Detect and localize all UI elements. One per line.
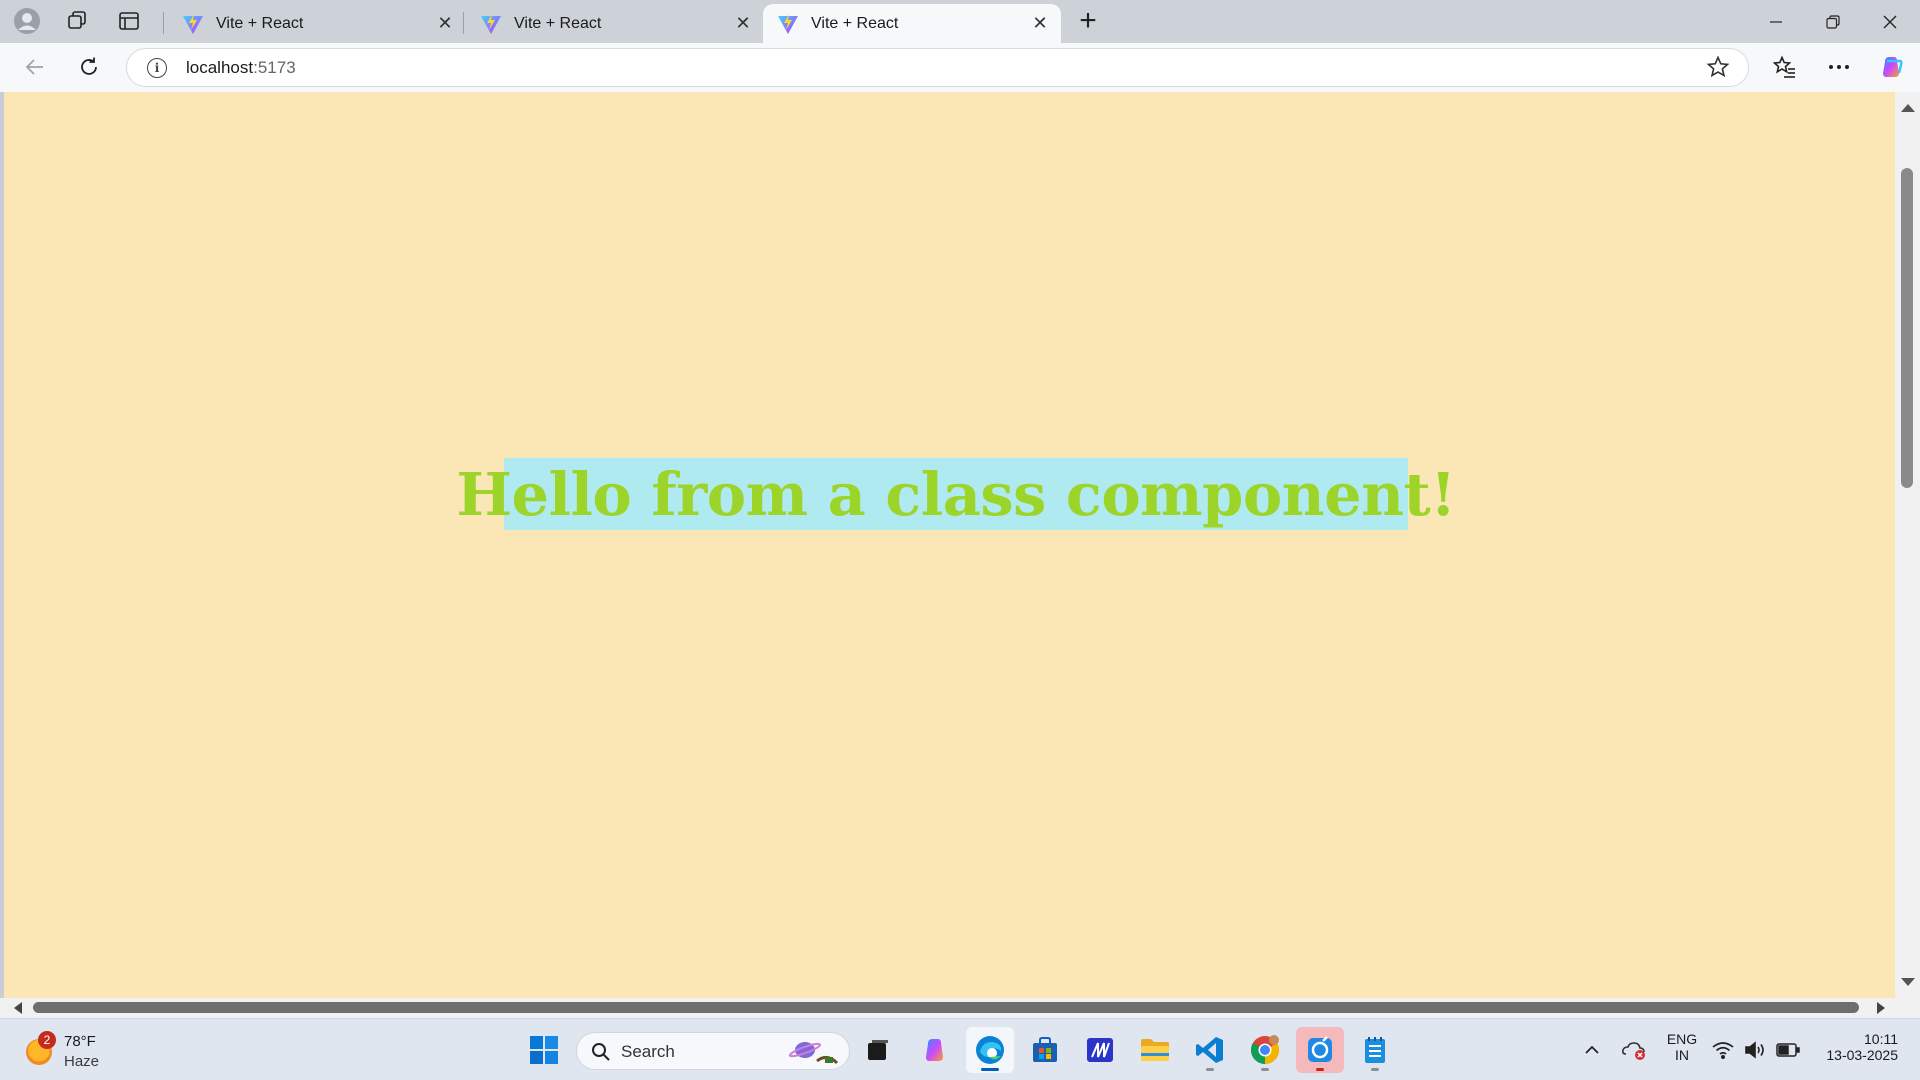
url-host: localhost — [186, 58, 254, 77]
tab-separator — [163, 12, 164, 34]
workspaces-icon[interactable] — [60, 6, 94, 36]
close-tab-icon[interactable]: ✕ — [1029, 13, 1051, 35]
horizontal-scroll-thumb[interactable] — [33, 1002, 1859, 1013]
vertical-tabs-icon[interactable] — [112, 6, 146, 36]
close-tab-icon[interactable]: ✕ — [434, 13, 456, 35]
tab-title: Vite + React — [811, 14, 899, 32]
tab[interactable]: Vite + React ✕ — [168, 4, 466, 43]
tab-title: Vite + React — [514, 14, 602, 32]
scroll-left-arrow[interactable] — [14, 1002, 22, 1014]
tab-active[interactable]: Vite + React ✕ — [763, 4, 1061, 43]
show-hidden-icons[interactable] — [1569, 1027, 1615, 1073]
tab-strip: Vite + React ✕ Vite + React ✕ Vite + Rea… — [0, 0, 1920, 43]
notification-badge: 2 — [38, 1031, 56, 1049]
page-viewport: Hello from a class component! — [4, 92, 1895, 998]
task-view-icon[interactable] — [853, 1027, 901, 1073]
refresh-button[interactable] — [70, 49, 108, 85]
app-icon[interactable] — [1296, 1027, 1344, 1073]
volume-icon — [1745, 1041, 1764, 1059]
tab[interactable]: Vite + React ✕ — [466, 4, 764, 43]
favorites-icon[interactable] — [1766, 49, 1804, 85]
notepad-icon[interactable] — [1351, 1027, 1399, 1073]
url-port: :5173 — [253, 58, 296, 77]
tab-separator — [463, 12, 464, 34]
close-tab-icon[interactable]: ✕ — [732, 13, 754, 35]
clock[interactable]: 10:11 13-03-2025 — [1808, 1031, 1898, 1063]
search-icon — [592, 1043, 610, 1061]
vertical-scrollbar[interactable] — [1895, 92, 1920, 998]
scroll-right-arrow[interactable] — [1877, 1002, 1885, 1014]
horizontal-scrollbar[interactable] — [0, 998, 1920, 1018]
language-indicator[interactable]: ENG IN — [1660, 1031, 1704, 1063]
browser-toolbar: i localhost:5173 — [0, 43, 1920, 92]
vertical-scroll-thumb[interactable] — [1901, 168, 1913, 488]
back-button[interactable] — [16, 49, 54, 85]
weather-widget[interactable]: 2 78°F Haze — [20, 1029, 120, 1073]
url-text: localhost:5173 — [186, 58, 296, 78]
chrome-icon[interactable] — [1241, 1027, 1289, 1073]
weather-temp: 78°F — [64, 1033, 96, 1050]
vite-icon — [778, 13, 798, 34]
onedrive-icon[interactable] — [1612, 1027, 1656, 1073]
more-options-icon[interactable] — [1820, 49, 1858, 85]
tab-title: Vite + React — [216, 14, 304, 32]
close-window-button[interactable] — [1862, 0, 1918, 43]
address-bar[interactable]: i localhost:5173 — [126, 48, 1749, 87]
language-code: ENG — [1666, 1031, 1698, 1047]
store-icon[interactable] — [1021, 1027, 1069, 1073]
start-button[interactable] — [520, 1027, 568, 1073]
taskbar: 2 78°F Haze Search ENG IN 10:11 13-03-20… — [0, 1018, 1920, 1080]
minimize-button[interactable] — [1748, 0, 1804, 43]
heading-highlight: Hello from a class component! — [456, 458, 1456, 530]
battery-icon — [1776, 1043, 1800, 1057]
clock-time: 10:11 — [1864, 1031, 1898, 1047]
clock-date: 13-03-2025 — [1826, 1047, 1898, 1063]
vite-icon — [183, 13, 203, 34]
site-info-icon[interactable]: i — [147, 58, 167, 78]
restore-button[interactable] — [1805, 0, 1861, 43]
search-highlight-icon — [788, 1042, 839, 1065]
profile-icon[interactable] — [10, 6, 44, 36]
app-icon[interactable] — [1076, 1027, 1124, 1073]
copilot-icon[interactable] — [1873, 49, 1911, 85]
file-explorer-icon[interactable] — [1131, 1027, 1179, 1073]
copilot-taskbar-icon[interactable] — [911, 1027, 959, 1073]
scroll-down-arrow[interactable] — [1901, 978, 1915, 986]
language-region: IN — [1675, 1047, 1689, 1063]
vscode-icon[interactable] — [1186, 1027, 1234, 1073]
page-heading: Hello from a class component! — [456, 459, 1456, 529]
vite-icon — [481, 13, 501, 34]
favorite-star-icon[interactable] — [1706, 55, 1730, 84]
new-tab-button[interactable]: + — [1070, 4, 1106, 37]
search-label: Search — [621, 1042, 675, 1061]
wifi-icon — [1712, 1042, 1734, 1059]
edge-icon[interactable] — [966, 1027, 1014, 1073]
quick-settings[interactable] — [1708, 1027, 1804, 1073]
weather-condition: Haze — [64, 1053, 100, 1070]
scroll-up-arrow[interactable] — [1901, 104, 1915, 112]
taskbar-search[interactable]: Search — [576, 1032, 850, 1070]
